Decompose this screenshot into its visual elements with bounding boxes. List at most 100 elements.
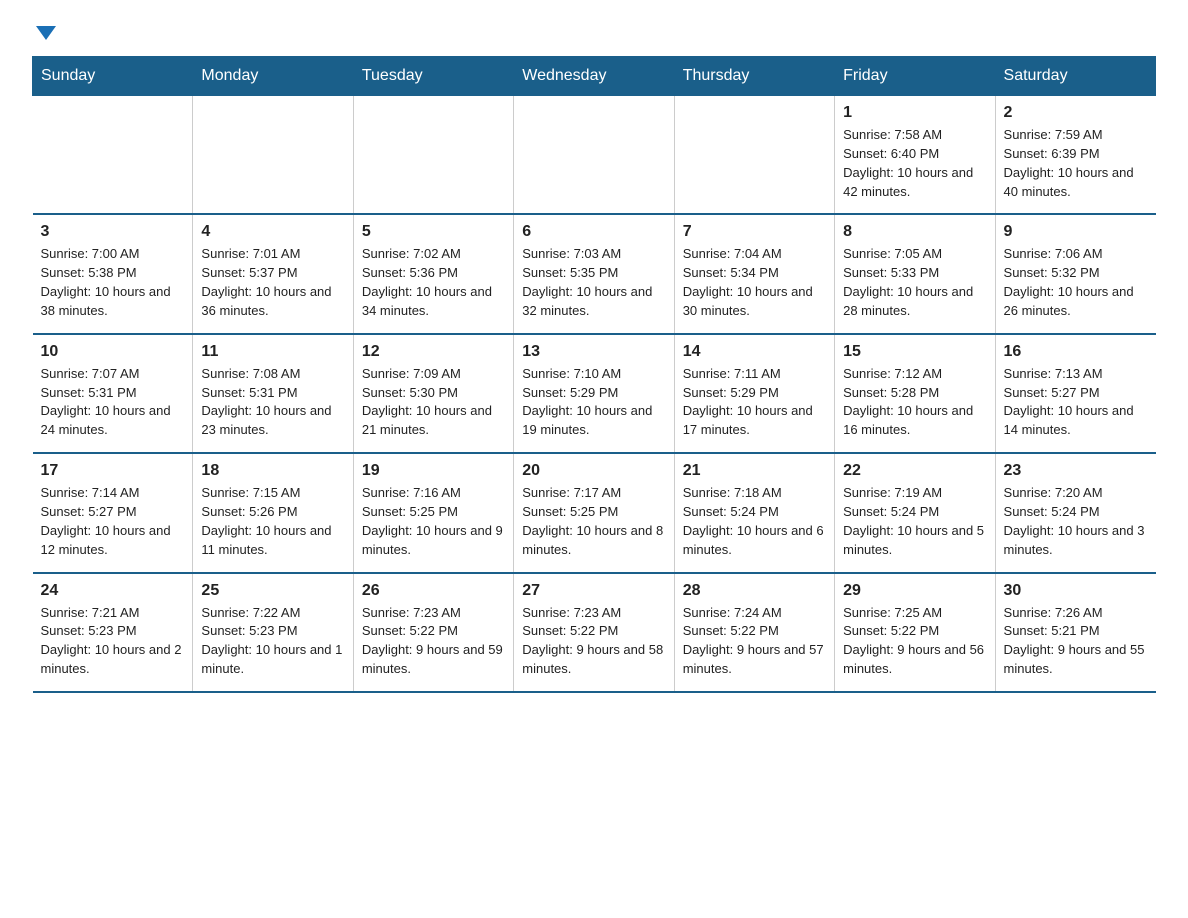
calendar-cell: 27 Sunrise: 7:23 AM Sunset: 5:22 PM Dayli…	[514, 573, 674, 692]
calendar-cell: 7 Sunrise: 7:04 AM Sunset: 5:34 PM Daylig…	[674, 214, 834, 333]
calendar-cell	[353, 96, 513, 215]
day-number: 10	[41, 343, 185, 361]
calendar-cell	[674, 96, 834, 215]
day-number: 2	[1004, 104, 1148, 122]
calendar-cell: 5Sunrise: 7:02 AM Sunset: 5:36 PM Daylig…	[353, 214, 513, 333]
calendar-cell: 25 Sunrise: 7:22 AM Sunset: 5:23 PM Dayli…	[193, 573, 353, 692]
calendar-cell: 10 Sunrise: 7:07 AM Sunset: 5:31 PM Dayli…	[33, 334, 193, 453]
day-info: Sunrise: 7:11 AM Sunset: 5:29 PM Dayligh…	[683, 365, 826, 440]
day-number: 20	[522, 462, 665, 480]
calendar-cell: 12Sunrise: 7:09 AM Sunset: 5:30 PM Dayli…	[353, 334, 513, 453]
day-number: 3	[41, 223, 185, 241]
day-number: 18	[201, 462, 344, 480]
calendar-cell: 26 Sunrise: 7:23 AM Sunset: 5:22 PM Dayli…	[353, 573, 513, 692]
day-info: Sunrise: 7:00 AM Sunset: 5:38 PM Dayligh…	[41, 245, 185, 320]
day-info: Sunrise: 7:58 AM Sunset: 6:40 PM Dayligh…	[843, 126, 986, 201]
day-number: 16	[1004, 343, 1148, 361]
day-info: Sunrise: 7:19 AM Sunset: 5:24 PM Dayligh…	[843, 484, 986, 559]
day-number: 1	[843, 104, 986, 122]
day-info: Sunrise: 7:18 AM Sunset: 5:24 PM Dayligh…	[683, 484, 826, 559]
day-number: 26	[362, 582, 505, 600]
day-info: Sunrise: 7:14 AM Sunset: 5:27 PM Dayligh…	[41, 484, 185, 559]
week-row-3: 10 Sunrise: 7:07 AM Sunset: 5:31 PM Dayli…	[33, 334, 1156, 453]
calendar-cell: 20 Sunrise: 7:17 AM Sunset: 5:25 PM Dayli…	[514, 453, 674, 572]
calendar-table: SundayMondayTuesdayWednesdayThursdayFrid…	[32, 56, 1156, 693]
day-info: Sunrise: 7:03 AM Sunset: 5:35 PM Dayligh…	[522, 245, 665, 320]
calendar-cell: 8 Sunrise: 7:05 AM Sunset: 5:33 PM Daylig…	[835, 214, 995, 333]
day-info: Sunrise: 7:16 AM Sunset: 5:25 PM Dayligh…	[362, 484, 505, 559]
week-row-2: 3 Sunrise: 7:00 AM Sunset: 5:38 PM Daylig…	[33, 214, 1156, 333]
calendar-cell: 19 Sunrise: 7:16 AM Sunset: 5:25 PM Dayli…	[353, 453, 513, 572]
calendar-cell: 17 Sunrise: 7:14 AM Sunset: 5:27 PM Dayli…	[33, 453, 193, 572]
day-info: Sunrise: 7:06 AM Sunset: 5:32 PM Dayligh…	[1004, 245, 1148, 320]
calendar-cell: 15 Sunrise: 7:12 AM Sunset: 5:28 PM Dayli…	[835, 334, 995, 453]
calendar-cell: 28 Sunrise: 7:24 AM Sunset: 5:22 PM Dayli…	[674, 573, 834, 692]
day-number: 17	[41, 462, 185, 480]
day-number: 28	[683, 582, 826, 600]
day-info: Sunrise: 7:26 AM Sunset: 5:21 PM Dayligh…	[1004, 604, 1148, 679]
day-number: 22	[843, 462, 986, 480]
day-info: Sunrise: 7:08 AM Sunset: 5:31 PM Dayligh…	[201, 365, 344, 440]
calendar-cell: 16 Sunrise: 7:13 AM Sunset: 5:27 PM Dayli…	[995, 334, 1155, 453]
day-number: 21	[683, 462, 826, 480]
calendar-cell: 9 Sunrise: 7:06 AM Sunset: 5:32 PM Daylig…	[995, 214, 1155, 333]
calendar-cell: 4Sunrise: 7:01 AM Sunset: 5:37 PM Daylig…	[193, 214, 353, 333]
calendar-cell: 18 Sunrise: 7:15 AM Sunset: 5:26 PM Dayli…	[193, 453, 353, 572]
calendar-cell	[193, 96, 353, 215]
day-number: 11	[201, 343, 344, 361]
calendar-cell: 3 Sunrise: 7:00 AM Sunset: 5:38 PM Daylig…	[33, 214, 193, 333]
logo	[32, 24, 56, 40]
day-number: 24	[41, 582, 185, 600]
col-header-saturday: Saturday	[995, 57, 1155, 96]
calendar-cell: 29 Sunrise: 7:25 AM Sunset: 5:22 PM Dayli…	[835, 573, 995, 692]
day-info: Sunrise: 7:05 AM Sunset: 5:33 PM Dayligh…	[843, 245, 986, 320]
col-header-tuesday: Tuesday	[353, 57, 513, 96]
day-info: Sunrise: 7:07 AM Sunset: 5:31 PM Dayligh…	[41, 365, 185, 440]
day-number: 13	[522, 343, 665, 361]
page-header	[32, 24, 1156, 40]
day-number: 9	[1004, 223, 1148, 241]
day-number: 23	[1004, 462, 1148, 480]
day-number: 27	[522, 582, 665, 600]
calendar-cell: 13 Sunrise: 7:10 AM Sunset: 5:29 PM Dayli…	[514, 334, 674, 453]
calendar-cell: 22 Sunrise: 7:19 AM Sunset: 5:24 PM Dayli…	[835, 453, 995, 572]
day-info: Sunrise: 7:04 AM Sunset: 5:34 PM Dayligh…	[683, 245, 826, 320]
day-info: Sunrise: 7:13 AM Sunset: 5:27 PM Dayligh…	[1004, 365, 1148, 440]
day-number: 7	[683, 223, 826, 241]
day-info: Sunrise: 7:59 AM Sunset: 6:39 PM Dayligh…	[1004, 126, 1148, 201]
day-info: Sunrise: 7:24 AM Sunset: 5:22 PM Dayligh…	[683, 604, 826, 679]
day-number: 15	[843, 343, 986, 361]
day-number: 19	[362, 462, 505, 480]
calendar-cell: 11 Sunrise: 7:08 AM Sunset: 5:31 PM Dayli…	[193, 334, 353, 453]
day-number: 12	[362, 343, 505, 361]
day-info: Sunrise: 7:20 AM Sunset: 5:24 PM Dayligh…	[1004, 484, 1148, 559]
calendar-cell: 24Sunrise: 7:21 AM Sunset: 5:23 PM Dayli…	[33, 573, 193, 692]
day-number: 29	[843, 582, 986, 600]
calendar-cell: 1 Sunrise: 7:58 AM Sunset: 6:40 PM Daylig…	[835, 96, 995, 215]
day-number: 30	[1004, 582, 1148, 600]
day-info: Sunrise: 7:10 AM Sunset: 5:29 PM Dayligh…	[522, 365, 665, 440]
calendar-cell: 2 Sunrise: 7:59 AM Sunset: 6:39 PM Daylig…	[995, 96, 1155, 215]
col-header-sunday: Sunday	[33, 57, 193, 96]
week-row-1: 1 Sunrise: 7:58 AM Sunset: 6:40 PM Daylig…	[33, 96, 1156, 215]
header-row: SundayMondayTuesdayWednesdayThursdayFrid…	[33, 57, 1156, 96]
calendar-cell	[33, 96, 193, 215]
day-info: Sunrise: 7:23 AM Sunset: 5:22 PM Dayligh…	[362, 604, 505, 679]
calendar-cell	[514, 96, 674, 215]
day-info: Sunrise: 7:23 AM Sunset: 5:22 PM Dayligh…	[522, 604, 665, 679]
calendar-cell: 21 Sunrise: 7:18 AM Sunset: 5:24 PM Dayli…	[674, 453, 834, 572]
day-info: Sunrise: 7:02 AM Sunset: 5:36 PM Dayligh…	[362, 245, 505, 320]
day-number: 8	[843, 223, 986, 241]
day-info: Sunrise: 7:17 AM Sunset: 5:25 PM Dayligh…	[522, 484, 665, 559]
day-info: Sunrise: 7:12 AM Sunset: 5:28 PM Dayligh…	[843, 365, 986, 440]
calendar-cell: 30 Sunrise: 7:26 AM Sunset: 5:21 PM Dayli…	[995, 573, 1155, 692]
col-header-thursday: Thursday	[674, 57, 834, 96]
day-number: 25	[201, 582, 344, 600]
day-number: 4	[201, 223, 344, 241]
day-info: Sunrise: 7:15 AM Sunset: 5:26 PM Dayligh…	[201, 484, 344, 559]
day-info: Sunrise: 7:25 AM Sunset: 5:22 PM Dayligh…	[843, 604, 986, 679]
day-number: 14	[683, 343, 826, 361]
col-header-friday: Friday	[835, 57, 995, 96]
day-info: Sunrise: 7:22 AM Sunset: 5:23 PM Dayligh…	[201, 604, 344, 679]
col-header-monday: Monday	[193, 57, 353, 96]
